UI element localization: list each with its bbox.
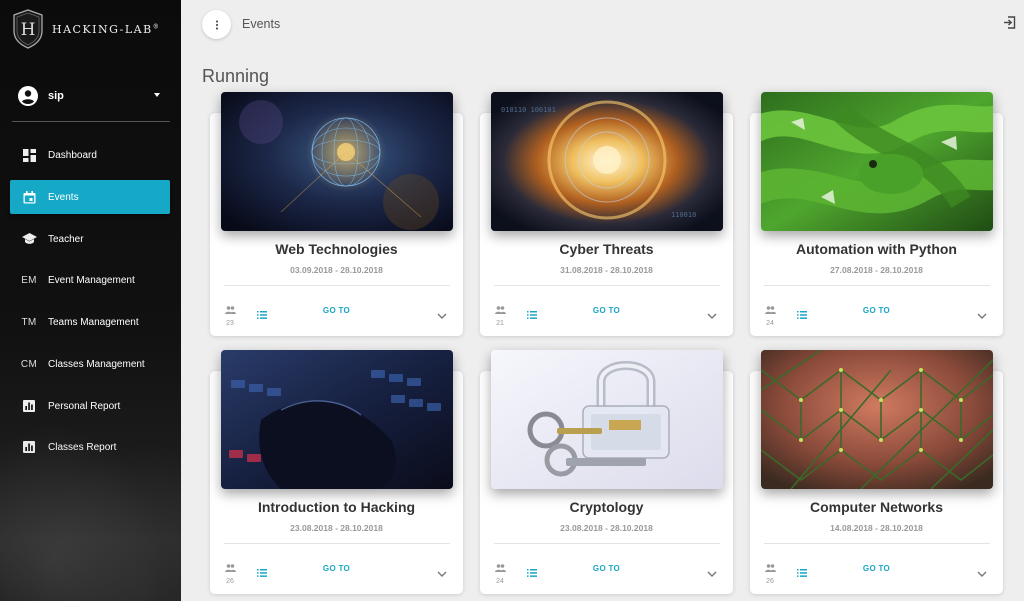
sidebar-item-teams-management[interactable]: TM Teams Management: [10, 305, 170, 339]
caret-down-icon: [154, 93, 160, 97]
goto-button[interactable]: GO TO: [750, 306, 1003, 315]
divider: [764, 543, 990, 544]
goto-button[interactable]: GO TO: [750, 564, 1003, 573]
event-title: Web Technologies: [275, 241, 398, 257]
chevron-down-icon[interactable]: [707, 306, 717, 324]
sidebar-item-label: Teacher: [48, 233, 84, 245]
sidebar-item-label: Classes Report: [48, 441, 117, 453]
event-title: Automation with Python: [796, 241, 957, 257]
sidebar-item-events[interactable]: Events: [10, 180, 170, 214]
user-menu[interactable]: sip: [18, 84, 170, 108]
more-vertical-icon: [215, 19, 218, 30]
sidebar-item-label: Personal Report: [48, 400, 121, 412]
event-image[interactable]: [221, 92, 453, 231]
participant-count: 24: [496, 578, 504, 585]
more-menu-button[interactable]: [202, 10, 231, 39]
logout-icon[interactable]: [1003, 16, 1016, 34]
sidebar-item-teacher[interactable]: Teacher: [10, 222, 170, 256]
event-image[interactable]: [761, 92, 993, 231]
event-dates: 27.08.2018 - 28.10.2018: [830, 265, 923, 275]
chevron-down-icon[interactable]: [977, 306, 987, 324]
svg-text:H: H: [21, 20, 36, 40]
event-dates: 14.08.2018 - 28.10.2018: [830, 523, 923, 533]
event-image[interactable]: [221, 350, 453, 489]
shield-logo-icon: H: [13, 9, 43, 49]
goto-button[interactable]: GO TO: [210, 306, 463, 315]
svg-text:010110 100101: 010110 100101: [501, 106, 556, 114]
event-image[interactable]: 010110 100101 110010: [491, 92, 723, 231]
event-card: 010110 100101 110010 Cyber Threats 31.08…: [480, 92, 733, 336]
event-title: Cryptology: [569, 499, 644, 515]
chevron-down-icon[interactable]: [437, 564, 447, 582]
event-card: Automation with Python 27.08.2018 - 28.1…: [750, 92, 1003, 336]
sidebar-item-event-management[interactable]: EM Event Management: [10, 263, 170, 297]
breadcrumb: Events: [242, 17, 281, 31]
event-image[interactable]: [761, 350, 993, 489]
participant-count: 26: [226, 578, 234, 585]
event-card: Cryptology 23.08.2018 - 28.10.2018 24 GO…: [480, 350, 733, 594]
goto-button[interactable]: GO TO: [480, 306, 733, 315]
brand-name: HACKING-LAB®: [52, 22, 161, 36]
dashboard-icon: [10, 148, 48, 162]
event-card: Computer Networks 14.08.2018 - 28.10.201…: [750, 350, 1003, 594]
section-title: Running: [202, 66, 270, 86]
event-dates: 03.09.2018 - 28.10.2018: [290, 265, 383, 275]
sidebar: H HACKING-LAB® sip Dashboard Events Teac…: [0, 0, 181, 601]
sidebar-item-label: Classes Management: [48, 358, 145, 370]
sidebar-item-abbr: EM: [21, 274, 37, 286]
chevron-down-icon[interactable]: [437, 306, 447, 324]
sidebar-item-label: Teams Management: [48, 316, 139, 328]
brand-logo[interactable]: H HACKING-LAB®: [12, 9, 160, 49]
goto-button[interactable]: GO TO: [480, 564, 733, 573]
divider: [12, 121, 170, 122]
participant-count: 21: [496, 320, 504, 327]
chevron-down-icon[interactable]: [707, 564, 717, 582]
divider: [494, 543, 720, 544]
participant-count: 23: [226, 320, 234, 327]
divider: [224, 285, 450, 286]
event-dates: 23.08.2018 - 28.10.2018: [290, 523, 383, 533]
event-card: Introduction to Hacking 23.08.2018 - 28.…: [210, 350, 463, 594]
divider: [764, 285, 990, 286]
event-title: Computer Networks: [809, 499, 944, 515]
sidebar-item-label: Dashboard: [48, 149, 97, 161]
school-icon: [10, 233, 48, 245]
divider: [224, 543, 450, 544]
sidebar-item-personal-report[interactable]: Personal Report: [10, 389, 170, 423]
account-circle-icon: [18, 86, 38, 106]
participant-count: 24: [766, 320, 774, 327]
event-image[interactable]: [491, 350, 723, 489]
divider: [494, 285, 720, 286]
participant-count: 26: [766, 578, 774, 585]
sidebar-item-abbr: CM: [20, 358, 38, 370]
event-title: Cyber Threats: [559, 241, 654, 257]
sidebar-item-classes-management[interactable]: CM Classes Management: [10, 347, 170, 381]
event-dates: 31.08.2018 - 28.10.2018: [560, 265, 653, 275]
event-card: Web Technologies 03.09.2018 - 28.10.2018…: [210, 92, 463, 336]
event-dates: 23.08.2018 - 28.10.2018: [560, 523, 653, 533]
sidebar-item-label: Events: [48, 191, 79, 203]
chevron-down-icon[interactable]: [977, 564, 987, 582]
calendar-icon: [10, 190, 48, 204]
bar-chart-icon: [10, 400, 48, 412]
bar-chart-icon: [10, 441, 48, 453]
sidebar-item-classes-report[interactable]: Classes Report: [10, 430, 170, 464]
sidebar-item-abbr: TM: [21, 316, 37, 328]
svg-text:110010: 110010: [671, 211, 696, 219]
user-name: sip: [48, 90, 64, 102]
sidebar-item-label: Event Management: [48, 274, 135, 286]
goto-button[interactable]: GO TO: [210, 564, 463, 573]
event-title: Introduction to Hacking: [257, 499, 416, 515]
sidebar-item-dashboard[interactable]: Dashboard: [10, 138, 170, 172]
